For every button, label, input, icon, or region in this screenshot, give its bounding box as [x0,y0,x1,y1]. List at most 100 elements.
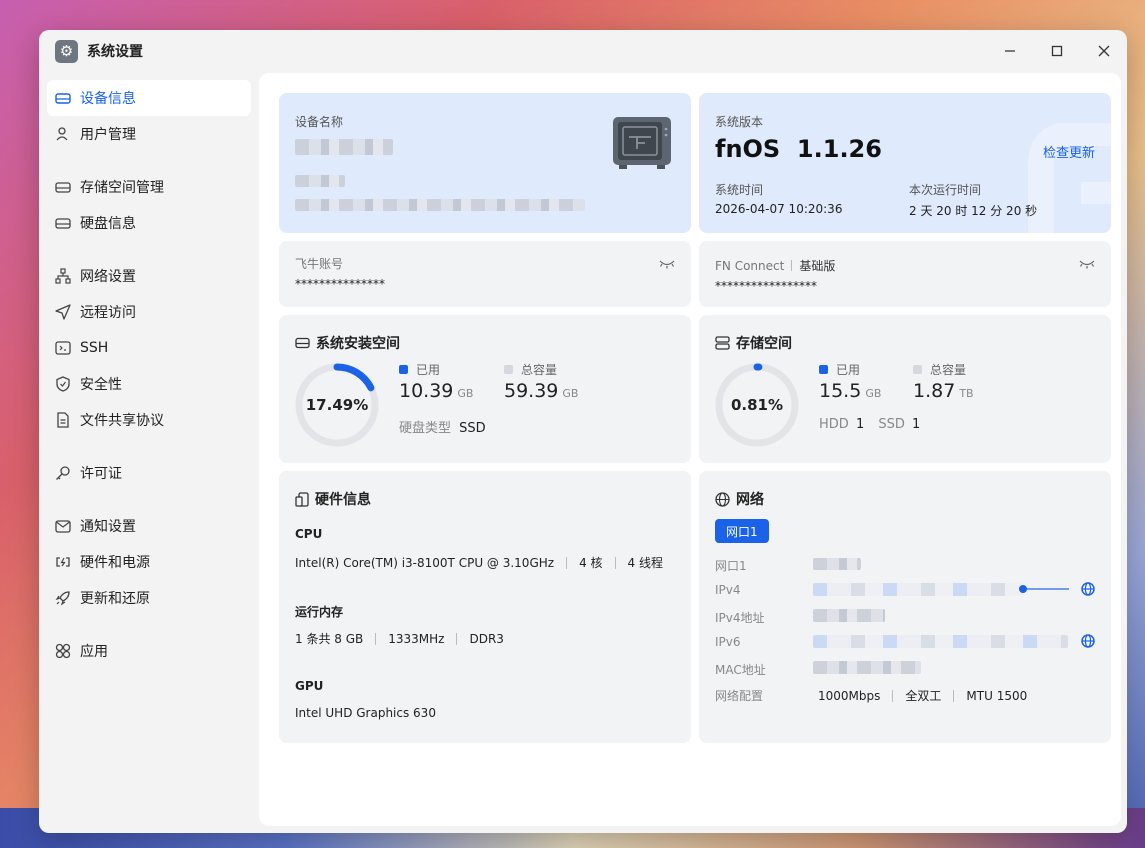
sidebar-item-device-info[interactable]: 设备信息 [47,80,251,116]
power-icon [55,554,71,570]
used-value: 15.5 [819,380,862,402]
minimize-icon [1004,50,1015,52]
sidebar-item-license[interactable]: 许可证 [47,455,251,491]
disk-icon [295,337,310,349]
sidebar-item-ssh[interactable]: SSH [47,330,251,366]
sidebar-item-label: 存储空间管理 [80,180,164,196]
eye-closed-icon[interactable] [659,259,675,269]
total-unit: TB [959,387,974,400]
hardware-card: 硬件信息 CPU Intel(R) Core(TM) i3-8100T CPU … [279,471,691,743]
hdd-count: 1 [855,417,865,432]
sidebar-item-label: 设备信息 [80,91,136,107]
storage-card: 存储空间 0.81% 已用 15.5 GB 总容量 1.87 TB HDD 1 SS… [699,315,1111,463]
memory-label: 运行内存 [295,605,344,619]
fn-connect-card: FN Connect 基础版 ***************** [699,241,1111,307]
sidebar: 设备信息 用户管理 存储空间管理 硬盘信息 网络设置 远程访问 SSH 安全性 … [39,72,259,833]
memory-count: 1 条共 8 GB [295,632,364,646]
apps-icon [55,643,71,659]
maximize-button[interactable] [1033,30,1080,72]
window-title: 系统设置 [87,44,143,60]
port-label: 网口1 [715,559,747,573]
ipv6-value-redacted [813,635,1068,648]
memory-frequency: 1333MHz [388,631,445,646]
user-icon [55,126,71,142]
sidebar-item-label: 更新和还原 [80,591,150,607]
sidebar-item-file-sharing[interactable]: 文件共享协议 [47,402,251,438]
device-name-redacted [295,139,393,155]
system-storage-card: 系统安装空间 17.49% 已用 10.39 GB 总容量 59.39 GB 硬盘类… [279,315,691,463]
used-label: 已用 [836,363,861,377]
sidebar-item-security[interactable]: 安全性 [47,366,251,402]
used-legend-dot [399,365,408,374]
hdd-label: HDD [819,417,849,432]
sidebar-item-label: SSH [80,340,109,356]
sidebar-item-apps[interactable]: 应用 [47,633,251,669]
used-legend-dot [819,365,828,374]
tab-port-1[interactable]: 网口1 [715,519,769,543]
cpu-model: Intel(R) Core(TM) i3-8100T CPU @ 3.10GHz [295,555,555,570]
globe-icon[interactable] [1081,634,1095,648]
sidebar-item-label: 硬件和电源 [80,555,150,571]
uptime: 2 天 20 时 12 分 20 秒 [909,204,1038,218]
ipv4-address-redacted [813,609,885,622]
globe-icon [715,491,730,507]
sidebar-item-user-management[interactable]: 用户管理 [47,116,251,152]
storage-icon [715,336,730,350]
system-storage-percent: 17.49% [305,396,369,414]
account-value: *************** [295,277,385,291]
sidebar-item-label: 用户管理 [80,127,136,143]
nas-device-icon [613,117,671,169]
main-content: 设备名称 系统版本 fnOS 1.1.26 检查更新 系统时间 2026-04-… [259,73,1121,826]
settings-window: ⚙ 系统设置 设备信息 用户管理 存储空间管理 硬盘信息 网络设置 远程访问 S… [39,30,1127,833]
used-value: 10.39 [399,380,454,402]
port-value-redacted [813,558,861,570]
sidebar-item-storage-management[interactable]: 存储空间管理 [47,169,251,205]
storage-title: 存储空间 [736,336,792,352]
cpu-label: CPU [295,527,323,541]
sidebar-item-disk-info[interactable]: 硬盘信息 [47,205,251,241]
system-version-label: 系统版本 [715,115,764,129]
title-bar[interactable]: ⚙ 系统设置 [39,30,1127,72]
account-card: 飞牛账号 *************** [279,241,691,307]
sidebar-item-network-settings[interactable]: 网络设置 [47,258,251,294]
network-speed: 1000Mbps [818,688,881,703]
sidebar-item-notifications[interactable]: 通知设置 [47,508,251,544]
sidebar-item-update-restore[interactable]: 更新和还原 [47,580,251,616]
rocket-icon [55,590,71,606]
account-label: 飞牛账号 [295,257,344,271]
fn-connect-tier: 基础版 [799,259,836,273]
total-label: 总容量 [930,363,967,377]
network-icon [55,268,71,284]
sidebar-item-label: 应用 [80,644,108,660]
globe-icon[interactable] [1081,582,1095,596]
gpu-label: GPU [295,679,324,693]
sidebar-item-label: 网络设置 [80,269,136,285]
used-unit: GB [457,387,474,400]
system-time-label: 系统时间 [715,183,764,197]
disk-type-label: 硬盘类型 [399,421,452,436]
sidebar-item-label: 远程访问 [80,305,136,321]
shield-icon [55,376,71,392]
disk-icon [55,215,71,231]
system-time: 2026-04-07 10:20:36 [715,202,843,216]
network-card: 网络 网口1 网口1 IPv4 IPv4地址 IPv6 MAC地址 网络配置 1… [699,471,1111,743]
total-label: 总容量 [521,363,558,377]
eye-closed-icon[interactable] [1079,259,1095,269]
device-icon [55,90,71,106]
network-config-label: 网络配置 [715,689,764,703]
minimize-button[interactable] [986,30,1033,72]
system-version: fnOS 1.1.26 [715,135,882,163]
close-button[interactable] [1080,30,1127,72]
sidebar-item-remote-access[interactable]: 远程访问 [47,294,251,330]
sidebar-item-hardware-power[interactable]: 硬件和电源 [47,544,251,580]
check-update-link[interactable]: 检查更新 [1043,142,1095,161]
cpu-threads: 4 线程 [627,556,663,570]
hardware-icon [295,491,309,507]
disk-type-value: SSD [459,421,486,436]
total-value: 1.87 [913,380,956,402]
system-card: 系统版本 fnOS 1.1.26 检查更新 系统时间 2026-04-07 10… [699,93,1111,233]
used-unit: GB [865,387,882,400]
settings-gear-icon: ⚙ [55,39,78,63]
hardware-title: 硬件信息 [315,492,371,508]
storage-icon [55,179,71,195]
